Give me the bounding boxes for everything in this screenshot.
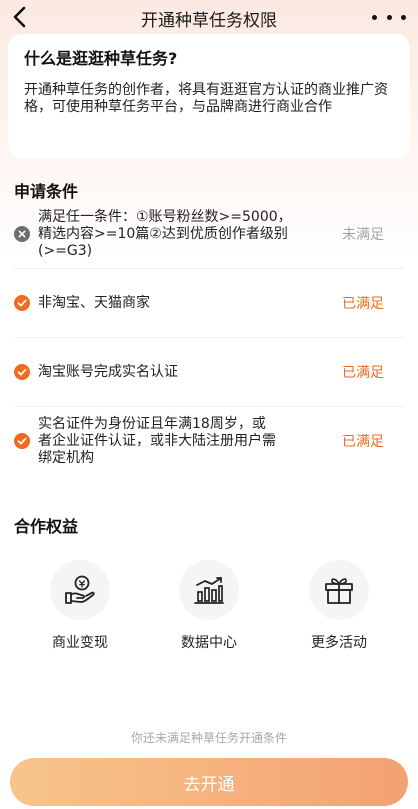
page-title: 开通种草任务权限 [141, 11, 277, 31]
intro-body: 开通种草任务的创作者，将具有逛逛官方认证的商业推广资格，可使用种草任务平台，与品… [24, 82, 388, 115]
intro-card: 什么是逛逛种草任务? 开通种草任务的创作者，将具有逛逛官方认证的商业推广资格，可… [8, 34, 410, 158]
benefit-label: 更多活动 [311, 635, 367, 651]
bar-chart-icon [179, 560, 239, 620]
money-hand-icon [50, 560, 110, 620]
conditions-title: 申请条件 [14, 182, 79, 201]
condition-row: 非淘宝、天猫商家 已满足 [14, 284, 404, 322]
more-dots-icon[interactable] [372, 4, 406, 30]
divider [14, 268, 404, 269]
condition-text: 满足任一条件：①账号粉丝数>=5000，精选内容>=10篇②达到优质创作者级别(… [38, 208, 292, 259]
check-circle-icon [14, 364, 30, 380]
condition-row: 实名证件为身份证且年满18周岁，或者企业证件认证，或非大陆注册用户需绑定机构 已… [14, 413, 404, 469]
benefit-label: 数据中心 [181, 635, 237, 651]
benefits-title: 合作权益 [14, 517, 79, 536]
benefit-item-data-center[interactable]: 数据中心 [164, 560, 254, 652]
divider [14, 406, 404, 407]
check-circle-icon [14, 433, 30, 449]
condition-row: 淘宝账号完成实名认证 已满足 [14, 353, 404, 391]
divider [14, 337, 404, 338]
benefit-label: 商业变现 [52, 635, 108, 651]
condition-text: 淘宝账号完成实名认证 [38, 363, 178, 380]
condition-row: 满足任一条件：①账号粉丝数>=5000，精选内容>=10篇②达到优质创作者级别(… [14, 206, 404, 262]
cross-circle-icon [14, 226, 30, 242]
nav-bar: 开通种草任务权限 [0, 0, 418, 34]
condition-status: 已满足 [342, 296, 384, 312]
footer-notice: 你还未满足种草任务开通条件 [130, 731, 287, 745]
gift-icon [309, 560, 369, 620]
condition-status: 已满足 [342, 434, 384, 450]
check-circle-icon [14, 295, 30, 311]
condition-status: 未满足 [342, 227, 384, 243]
condition-text: 非淘宝、天猫商家 [38, 294, 150, 311]
benefit-item-monetization[interactable]: 商业变现 [35, 560, 125, 652]
open-button[interactable]: 去开通 [10, 758, 408, 806]
benefit-item-more-activities[interactable]: 更多活动 [294, 560, 384, 652]
condition-status: 已满足 [342, 365, 384, 381]
condition-text: 实名证件为身份证且年满18周岁，或者企业证件认证，或非大陆注册用户需绑定机构 [38, 415, 276, 466]
intro-title: 什么是逛逛种草任务? [24, 49, 178, 68]
